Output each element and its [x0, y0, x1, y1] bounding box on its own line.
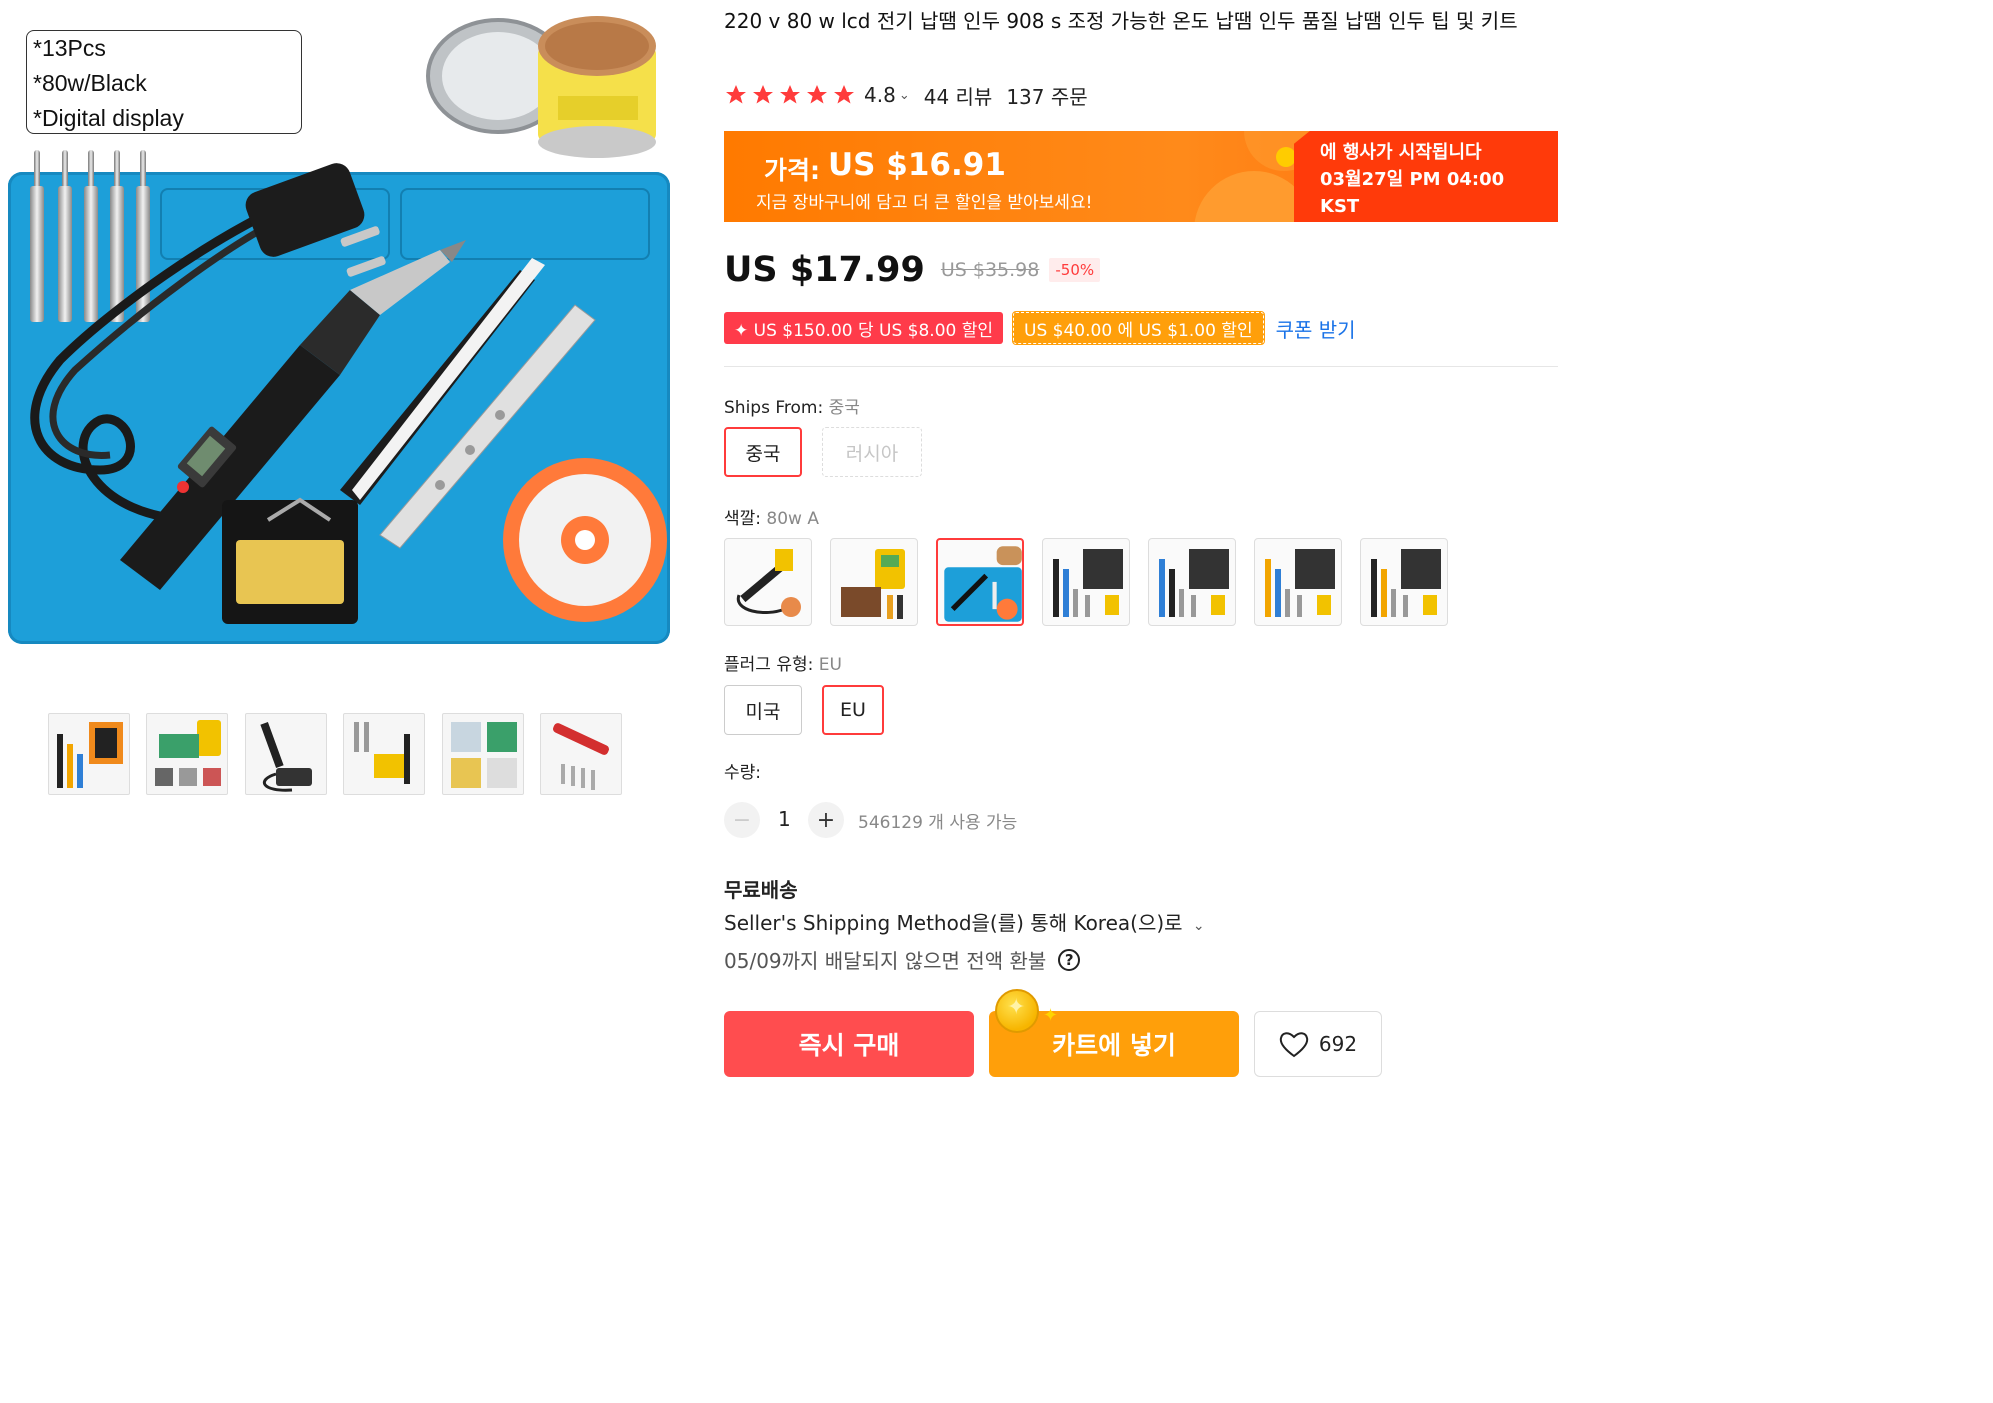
- ships-from-title: Ships From:: [724, 398, 824, 418]
- shipping-method-text: Seller's Shipping Method을(를) 통해 Korea(으)…: [724, 911, 1183, 935]
- color-swatch[interactable]: [830, 538, 918, 626]
- plug-type-title: 플러그 유형:: [724, 655, 814, 675]
- star-icon: [753, 85, 773, 104]
- star-icon: [726, 85, 746, 104]
- free-shipping-title: 무료배송: [724, 878, 798, 902]
- color-swatch[interactable]: [1042, 538, 1130, 626]
- ships-from-selected: 중국: [828, 398, 860, 418]
- plug-option-us[interactable]: 미국: [724, 685, 802, 735]
- coupon-store[interactable]: ✦ US $150.00 당 US $8.00 할인: [724, 312, 1004, 344]
- quantity-label: 수량:: [724, 763, 762, 783]
- coin-icon: [995, 989, 1039, 1033]
- chevron-down-icon[interactable]: ⌄: [1193, 918, 1205, 934]
- promo-price-label: 가격:: [764, 156, 820, 185]
- promo-dot: [1276, 147, 1296, 167]
- shipping-method[interactable]: Seller's Shipping Method을(를) 통해 Korea(으)…: [724, 907, 1205, 936]
- main-product-image[interactable]: *13Pcs *80w/Black *Digital display: [0, 0, 690, 690]
- chevron-down-icon[interactable]: ⌄: [899, 88, 910, 103]
- heart-icon: [1279, 1032, 1309, 1058]
- plug-type-selected: EU: [818, 655, 842, 675]
- color-label: 색깔: 80w A: [724, 504, 819, 529]
- current-price: US $17.99: [724, 250, 925, 290]
- star-icon: [780, 85, 800, 104]
- original-price: US $35.98: [940, 259, 1040, 281]
- discount-badge: -50%: [1049, 258, 1101, 282]
- promo-event-countdown: 에 행사가 시작됩니다 03월27일 PM 04:00 KST: [1294, 131, 1558, 222]
- promo-event-title: 에 행사가 시작됩니다: [1320, 142, 1482, 163]
- color-swatch[interactable]: [1360, 538, 1448, 626]
- wishlist-button[interactable]: 692: [1254, 1011, 1382, 1077]
- promo-subtitle: 지금 장바구니에 담고 더 큰 할인을 받아보세요!: [756, 193, 1093, 213]
- color-swatch[interactable]: [724, 538, 812, 626]
- coupon-row: ✦ US $150.00 당 US $8.00 할인 US $40.00 에 U…: [724, 311, 1356, 345]
- soldering-iron-kit-image: [30, 163, 667, 624]
- promo-banner: 가격: US $16.91 지금 장바구니에 담고 더 큰 할인을 받아보세요!…: [724, 131, 1558, 222]
- refund-guarantee-text: 05/09까지 배달되지 않으면 전액 환불: [724, 949, 1047, 973]
- plug-type-label: 플러그 유형: EU: [724, 650, 842, 675]
- orders-count: 137 주문: [1006, 84, 1088, 109]
- rating-row: 4.8 ⌄ 44 리뷰 137 주문: [724, 80, 1088, 110]
- wishlist-count: 692: [1318, 1032, 1358, 1056]
- coupon-select[interactable]: US $40.00 에 US $1.00 할인: [1012, 311, 1265, 345]
- promo-price: US $16.91: [828, 147, 1006, 183]
- star-icon: [834, 85, 854, 104]
- gallery-thumbnail[interactable]: [146, 713, 228, 795]
- ships-from-option-china[interactable]: 중국: [724, 427, 802, 477]
- promo-event-timezone: KST: [1320, 196, 1360, 217]
- buy-now-button[interactable]: 즉시 구매: [724, 1011, 974, 1077]
- add-to-cart-label: 카트에 넣기: [1052, 1031, 1176, 1060]
- reviews-link[interactable]: 44 리뷰: [924, 81, 993, 110]
- color-selected: 80w A: [766, 509, 819, 529]
- quantity-available: 546129 개 사용 가능: [858, 813, 1018, 833]
- rating-value[interactable]: 4.8: [864, 83, 896, 107]
- gallery-thumbnail[interactable]: [442, 713, 524, 795]
- quantity-decrease-button[interactable]: −: [724, 802, 760, 838]
- star-icon: [807, 85, 827, 104]
- quantity-increase-button[interactable]: +: [808, 802, 844, 838]
- gallery-thumbnail[interactable]: [48, 713, 130, 795]
- rating-stars: [724, 83, 856, 107]
- help-icon[interactable]: ?: [1058, 948, 1081, 971]
- section-divider: [724, 366, 1558, 367]
- ships-from-option-russia[interactable]: 러시아: [822, 427, 922, 477]
- color-title: 색깔:: [724, 509, 762, 529]
- price-row: US $17.99 US $35.98 -50%: [724, 248, 1101, 292]
- ships-from-label: Ships From: 중국: [724, 393, 860, 418]
- gallery-thumbnail[interactable]: [343, 713, 425, 795]
- plug-option-eu[interactable]: EU: [822, 685, 884, 735]
- product-title: 220 v 80 w lcd 전기 납땜 인두 908 s 조정 가능한 온도 …: [724, 9, 1518, 33]
- quantity-value[interactable]: 1: [778, 807, 791, 831]
- color-swatch[interactable]: [1254, 538, 1342, 626]
- get-coupon-link[interactable]: 쿠폰 받기: [1276, 314, 1356, 343]
- color-swatch[interactable]: [1148, 538, 1236, 626]
- promo-event-date: 03월27일 PM 04:00: [1320, 169, 1505, 190]
- sparkle-icon: ✦: [1043, 1005, 1059, 1026]
- color-swatch-selected[interactable]: [936, 538, 1024, 626]
- refund-guarantee: 05/09까지 배달되지 않으면 전액 환불 ?: [724, 945, 1081, 974]
- gallery-thumbnail[interactable]: [540, 713, 622, 795]
- gallery-thumbnail[interactable]: [245, 713, 327, 795]
- add-to-cart-button[interactable]: ✦ 카트에 넣기: [989, 989, 1239, 1077]
